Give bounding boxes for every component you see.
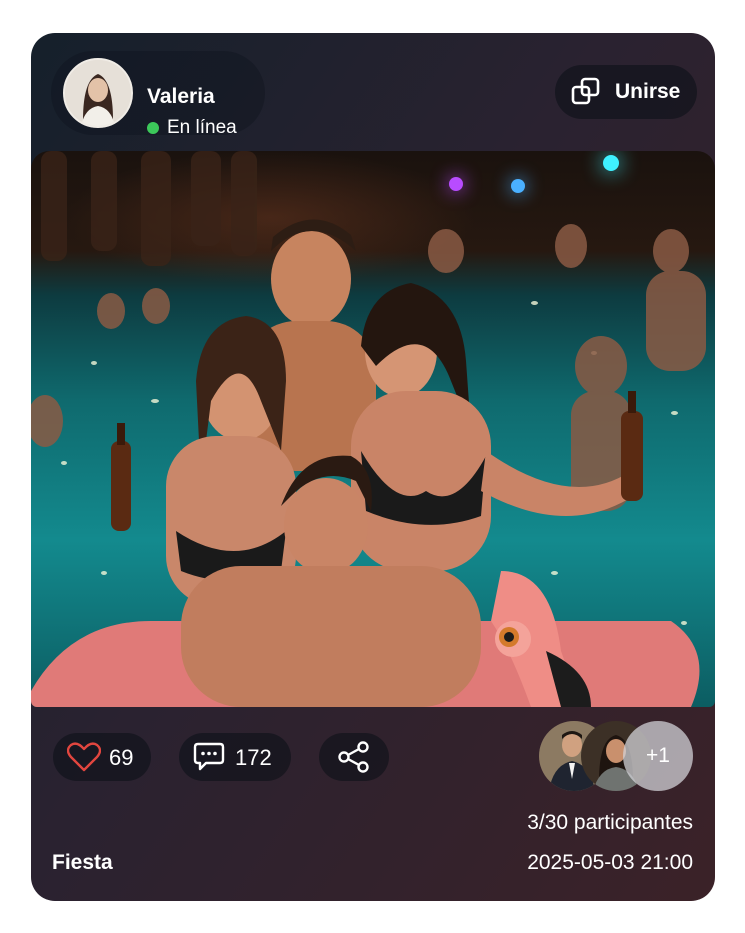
copy-icon (571, 77, 600, 105)
user-avatar[interactable] (63, 58, 133, 128)
like-count: 69 (109, 745, 134, 770)
event-datetime: 2025-05-03 21:00 (527, 851, 693, 874)
comment-count: 172 (235, 745, 272, 770)
like-button[interactable]: 69 (53, 733, 151, 781)
online-status: En línea (147, 117, 237, 139)
share-button[interactable] (319, 733, 389, 781)
event-category: Fiesta (52, 851, 113, 874)
event-photo[interactable] (31, 151, 715, 707)
user-name: Valeria (147, 85, 215, 108)
heart-icon (67, 742, 101, 772)
status-label: En línea (167, 117, 237, 138)
participants-count: 3/30 participantes (527, 811, 693, 834)
share-icon (338, 741, 369, 773)
comment-icon (193, 742, 225, 771)
online-dot (147, 122, 159, 134)
join-button[interactable]: Unirse (555, 65, 697, 119)
user-info[interactable]: Valeria En línea (51, 51, 265, 138)
comment-button[interactable]: 172 (179, 733, 291, 781)
people-illustration (31, 151, 706, 707)
event-card: Valeria En línea Unirse 69 172 +1 3/30 p… (31, 33, 715, 901)
join-label: Unirse (615, 80, 681, 103)
more-participants-badge[interactable]: +1 (623, 721, 693, 791)
